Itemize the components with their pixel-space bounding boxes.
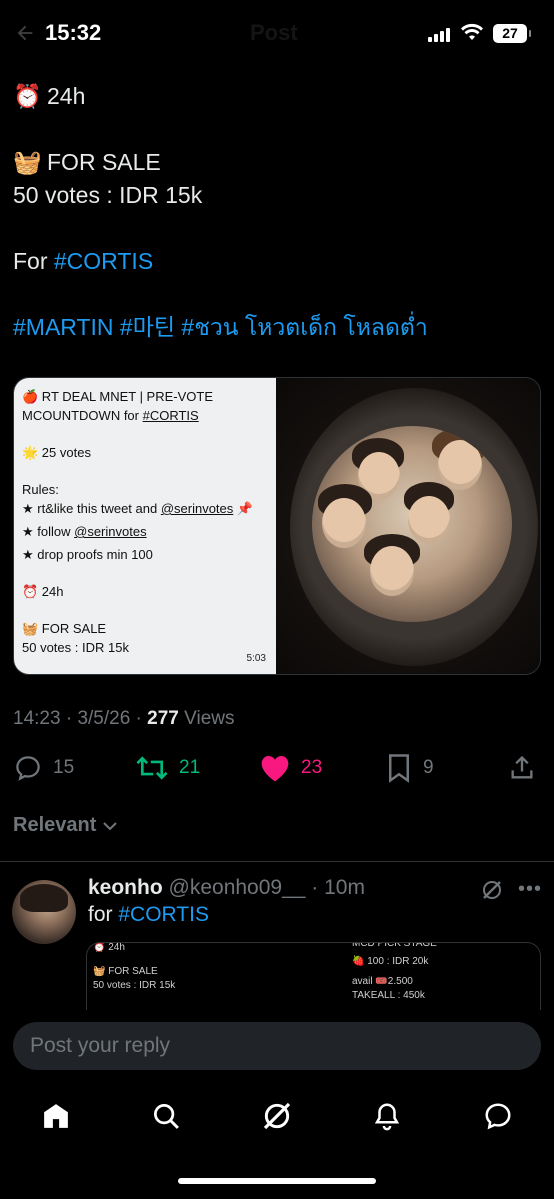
photo-porthole <box>312 426 512 622</box>
tweet-actions: 15 21 23 9 <box>0 748 554 790</box>
media-note-screenshot: 🍎 RT DEAL MNET | PRE-VOTE MCOUNTDOWN for… <box>14 378 276 674</box>
repost-button[interactable]: 21 <box>135 748 200 788</box>
tweet-line: ⏰ 24h <box>13 83 86 109</box>
hashtag-link[interactable]: #CORTIS <box>54 248 153 274</box>
tweet-line: 🧺 FOR SALE <box>13 149 161 175</box>
battery-icon: 27 <box>493 24 531 43</box>
divider <box>0 861 554 862</box>
like-button[interactable]: 23 <box>259 748 322 788</box>
grok-icon[interactable] <box>480 878 504 902</box>
reply-icon <box>16 756 40 781</box>
share-icon <box>511 755 533 779</box>
chevron-down-icon <box>103 821 118 830</box>
reply-button[interactable]: 15 <box>13 748 74 788</box>
status-time: 15:32 <box>45 20 102 45</box>
tweet-line <box>13 113 543 146</box>
share-button[interactable] <box>508 748 536 788</box>
more-icon[interactable]: ••• <box>518 878 542 901</box>
messages-icon <box>485 1103 511 1130</box>
tab-grok[interactable] <box>257 1098 297 1134</box>
tab-messages[interactable] <box>478 1098 518 1134</box>
avatar[interactable] <box>12 880 76 944</box>
home-icon <box>44 1104 68 1128</box>
heart-icon <box>261 756 289 782</box>
tweet-meta: 14:23 · 3/5/26 · 277 Views <box>13 708 235 729</box>
reply-media[interactable]: ⏰ 24h 🧺 FOR SALE 50 votes : IDR 15k MCD … <box>86 942 541 1010</box>
reply-author-handle[interactable]: @keonho09__ <box>169 876 306 899</box>
tweet-text: ⏰ 24h 🧺 FOR SALE 50 votes : IDR 15k For #C… <box>13 80 543 344</box>
tab-home[interactable] <box>36 1098 76 1134</box>
tweet-media[interactable]: 🍎 RT DEAL MNET | PRE-VOTE MCOUNTDOWN for… <box>13 377 541 675</box>
signal-icon <box>428 26 450 42</box>
tweet-line: For #CORTIS <box>13 248 154 274</box>
repost-icon <box>136 756 168 780</box>
hashtag-links[interactable]: #MARTIN #마틴 #ชวน โหวตเด็ก โหลดต่ำ <box>13 311 543 344</box>
reply-media-right: MCD PICK STAGE 🍓 100 : IDR 20k avail 🎟️2… <box>352 942 437 1001</box>
reply-text: for #CORTIS <box>88 903 209 926</box>
grok-icon <box>263 1102 291 1130</box>
bookmark-button[interactable]: 9 <box>385 748 434 788</box>
notifications-icon <box>374 1103 400 1131</box>
views-count: 277 <box>147 708 179 729</box>
reply-input[interactable]: Post your reply <box>13 1022 541 1070</box>
back-arrow-icon[interactable] <box>14 22 36 44</box>
tweet-line <box>13 278 543 311</box>
reply-age: 10m <box>324 876 365 899</box>
bookmark-icon <box>389 754 409 783</box>
reply-header: keonho @keonho09__ · 10m <box>88 876 365 899</box>
sort-replies-button[interactable]: Relevant <box>13 814 118 837</box>
reply-author-name[interactable]: keonho <box>88 876 163 899</box>
status-bar: 15:32 Post 27 <box>0 0 554 70</box>
group-photo <box>276 378 540 674</box>
page-title: Post <box>250 20 298 45</box>
media-timestamp: 5:03 <box>246 653 266 664</box>
hashtag-link[interactable]: #CORTIS <box>118 903 209 926</box>
home-indicator[interactable] <box>178 1178 376 1184</box>
tweet-line: 50 votes : IDR 15k <box>13 182 203 208</box>
tweet-line <box>13 212 543 245</box>
tab-notifications[interactable] <box>367 1098 407 1134</box>
reply-media-left: ⏰ 24h 🧺 FOR SALE 50 votes : IDR 15k <box>93 942 176 991</box>
search-icon <box>154 1104 179 1129</box>
wifi-icon <box>461 23 483 40</box>
tab-search[interactable] <box>146 1098 186 1134</box>
